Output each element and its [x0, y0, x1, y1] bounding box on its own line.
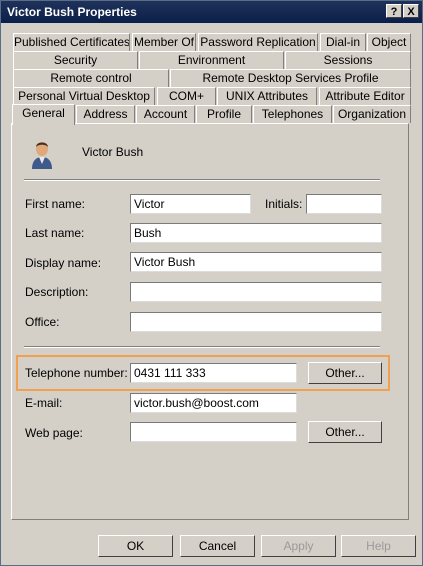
- help-footer-button[interactable]: Help: [341, 535, 416, 557]
- user-icon: [28, 138, 56, 170]
- first-name-field[interactable]: Victor: [130, 194, 251, 214]
- email-label: E-mail:: [25, 396, 63, 410]
- web-page-other-button[interactable]: Other...: [308, 421, 382, 443]
- description-label: Description:: [25, 285, 89, 299]
- tab-general[interactable]: General: [12, 104, 75, 125]
- tab-com-plus[interactable]: COM+: [157, 87, 216, 105]
- general-tab-panel: Victor Bush First name: Victor Initials:…: [11, 123, 409, 520]
- apply-button[interactable]: Apply: [261, 535, 336, 557]
- title-bar: Victor Bush Properties ? X: [1, 1, 422, 23]
- first-name-label: First name:: [25, 197, 86, 211]
- tab-address[interactable]: Address: [76, 105, 135, 123]
- user-display-name: Victor Bush: [82, 145, 144, 159]
- cancel-button[interactable]: Cancel: [180, 535, 255, 557]
- last-name-label: Last name:: [25, 226, 85, 240]
- tab-object[interactable]: Object: [367, 33, 411, 51]
- tab-dial-in[interactable]: Dial-in: [320, 33, 366, 51]
- tab-account[interactable]: Account: [136, 105, 195, 123]
- ok-button[interactable]: OK: [98, 535, 173, 557]
- telephone-label: Telephone number:: [25, 366, 128, 380]
- tab-environment[interactable]: Environment: [139, 51, 284, 69]
- tab-member-of[interactable]: Member Of: [132, 33, 196, 51]
- tab-published-certificates[interactable]: Published Certificates: [13, 33, 130, 51]
- email-field[interactable]: victor.bush@boost.com: [130, 393, 297, 413]
- help-button[interactable]: ?: [386, 4, 402, 18]
- tab-remote-control[interactable]: Remote control: [13, 69, 169, 87]
- tab-unix-attributes[interactable]: UNIX Attributes: [217, 87, 317, 105]
- description-field[interactable]: [130, 282, 382, 302]
- tab-sessions[interactable]: Sessions: [285, 51, 411, 69]
- web-page-label: Web page:: [25, 426, 83, 440]
- properties-dialog: Victor Bush Properties ? X Published Cer…: [0, 0, 423, 566]
- tab-organization[interactable]: Organization: [333, 105, 411, 123]
- display-name-label: Display name:: [25, 256, 102, 270]
- initials-field[interactable]: [306, 194, 382, 214]
- window-title: Victor Bush Properties: [7, 5, 137, 19]
- display-name-field[interactable]: Victor Bush: [130, 252, 382, 272]
- office-label: Office:: [25, 315, 60, 329]
- tab-personal-virtual-desktop[interactable]: Personal Virtual Desktop: [13, 87, 155, 105]
- tab-attribute-editor[interactable]: Attribute Editor: [319, 87, 411, 105]
- telephone-other-button[interactable]: Other...: [308, 362, 382, 384]
- separator: [24, 179, 380, 181]
- separator: [24, 346, 380, 348]
- last-name-field[interactable]: Bush: [130, 223, 382, 243]
- tab-password-replication[interactable]: Password Replication: [198, 33, 318, 51]
- close-button[interactable]: X: [403, 4, 419, 18]
- office-field[interactable]: [130, 312, 382, 332]
- tab-telephones[interactable]: Telephones: [253, 105, 332, 123]
- initials-label: Initials:: [265, 197, 303, 211]
- tab-security[interactable]: Security: [13, 51, 138, 69]
- tab-profile[interactable]: Profile: [196, 105, 252, 123]
- web-page-field[interactable]: [130, 422, 297, 442]
- tab-remote-desktop-services-profile[interactable]: Remote Desktop Services Profile: [170, 69, 411, 87]
- telephone-field[interactable]: 0431 111 333: [130, 363, 297, 383]
